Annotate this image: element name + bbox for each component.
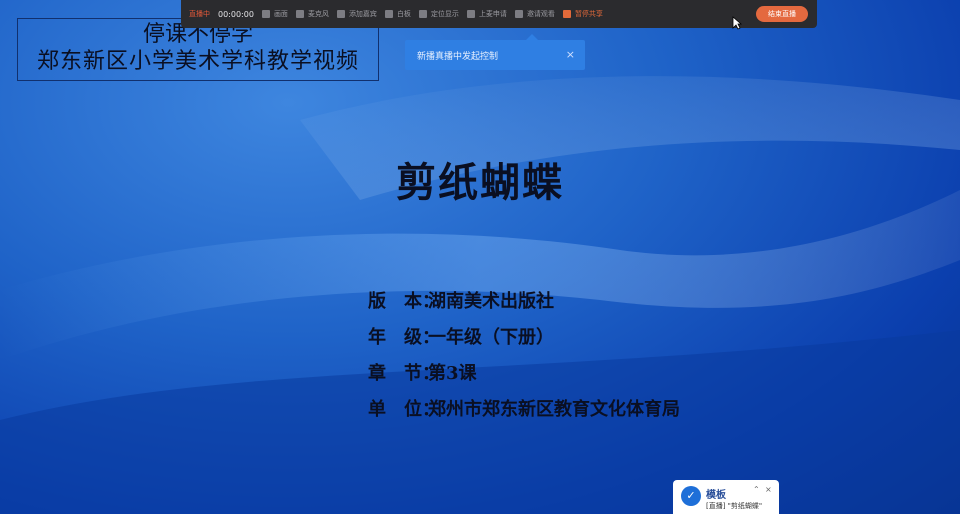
user-icon [336, 10, 345, 18]
control-notification: 新播真播中发起控制 × [405, 34, 585, 70]
toolbar-label: 画面 [273, 10, 288, 18]
mini-window-subtitle: [直播] "剪纸蝴蝶" [706, 502, 763, 510]
location-icon [418, 10, 427, 18]
info-row: 单 位：郑州市郑东新区教育文化体育局 [368, 392, 680, 428]
toolbar-camera-button[interactable]: 画面 [261, 9, 288, 19]
info-key: 章 节： [368, 363, 440, 384]
microphone-icon [295, 10, 304, 18]
live-status-label: 直播中 [189, 10, 210, 18]
toolbar-label: 上麦申请 [478, 10, 507, 18]
live-timer: 00:00:00 [218, 9, 254, 19]
info-value: 湖南美术出版社 [428, 291, 554, 312]
lesson-info: 版 本：湖南美术出版社 年 级：一年级（下册） 章 节：第3课 单 位：郑州市郑… [368, 284, 680, 428]
toolbar-add-guest-button[interactable]: 添加嘉宾 [336, 9, 377, 19]
live-toolbar: 直播中 00:00:00 画面 麦克风 添加嘉宾 白板 定位显示 上麦申请 邀请… [181, 0, 817, 28]
info-row: 年 级：一年级（下册） [368, 320, 680, 356]
whiteboard-icon [384, 10, 393, 18]
exit-icon [562, 10, 571, 18]
info-key: 年 级： [368, 327, 440, 348]
toolbar-label: 定位显示 [430, 10, 459, 18]
header-line-2: 郑东新区小学美术学科教学视频 [36, 49, 359, 74]
app-logo-icon: ✓ [681, 486, 701, 506]
info-value: 第3课 [428, 363, 477, 384]
close-icon[interactable]: × [765, 485, 772, 494]
info-row: 章 节：第3课 [368, 356, 680, 392]
chat-icon [466, 10, 475, 18]
pin-icon[interactable]: ⌃ [753, 485, 760, 494]
info-row: 版 本：湖南美术出版社 [368, 284, 680, 320]
info-key: 版 本： [368, 291, 440, 312]
info-value: 一年级（下册） [428, 327, 554, 348]
camera-icon [261, 10, 270, 18]
end-live-button[interactable]: 结束直播 [756, 6, 808, 22]
toolbar-label: 白板 [396, 10, 411, 18]
info-key: 单 位： [368, 399, 440, 420]
toolbar-whiteboard-button[interactable]: 白板 [384, 9, 411, 19]
close-icon[interactable]: × [566, 48, 575, 61]
toolbar-invite-button[interactable]: 邀请观看 [514, 9, 555, 19]
toolbar-label: 暂停共享 [574, 10, 603, 18]
toolbar-location-button[interactable]: 定位显示 [418, 9, 459, 19]
toolbar-pause-share-button[interactable]: 暂停共享 [562, 9, 603, 19]
toolbar-label: 邀请观看 [526, 10, 555, 18]
info-value: 郑州市郑东新区教育文化体育局 [428, 399, 680, 420]
mouse-cursor-icon [732, 16, 742, 30]
toolbar-label: 添加嘉宾 [348, 10, 377, 18]
toolbar-request-button[interactable]: 上麦申请 [466, 9, 507, 19]
toolbar-label: 麦克风 [307, 10, 329, 18]
notification-text: 新播真播中发起控制 [417, 52, 499, 62]
lesson-title: 剪纸蝴蝶 [396, 159, 564, 206]
toolbar-mic-button[interactable]: 麦克风 [295, 9, 329, 19]
share-icon [514, 10, 523, 18]
mini-live-window[interactable]: ✓ 模板 [直播] "剪纸蝴蝶" ⌃ × [673, 480, 779, 514]
mini-window-title: 模板 [706, 490, 726, 501]
live-status[interactable]: 直播中 [189, 9, 210, 19]
